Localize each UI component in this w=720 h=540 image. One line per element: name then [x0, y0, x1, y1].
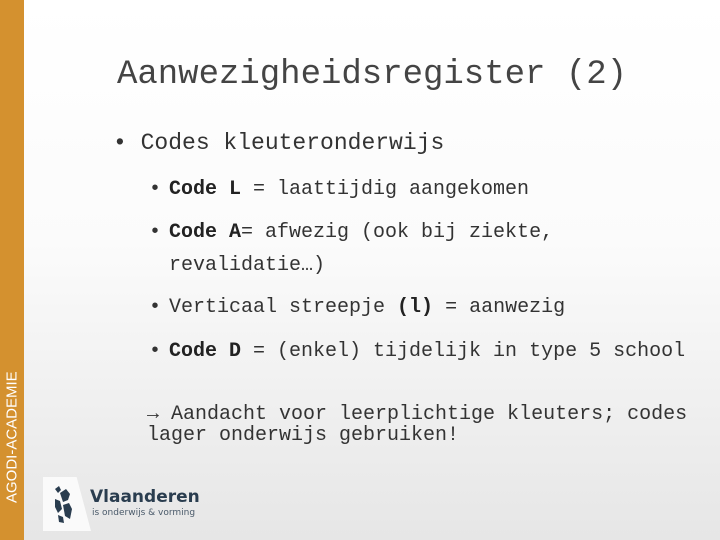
list-item: • Code L = laattijdig aangekomen [149, 178, 530, 201]
list-item: • Verticaal streepje (l) = aanwezig [149, 296, 566, 319]
code-description: = afwezig (ook bij ziekte, [241, 221, 554, 244]
bullet-text: Codes kleuteronderwijs [140, 130, 445, 156]
code-description: = laattijdig aangekomen [241, 178, 530, 201]
vlaanderen-logo: Vlaanderen is onderwijs & vorming [90, 487, 200, 518]
code-description: = (enkel) tijdelijk in type 5 school [241, 340, 686, 363]
note: → Aandacht voor leerplichtige kleuters; … [147, 403, 688, 447]
list-item: • Code A= afwezig (ook bij ziekte, [149, 221, 554, 244]
slide-title: Aanwezigheidsregister (2) [116, 56, 628, 94]
code-label: (l) [397, 296, 434, 319]
list-item: • Code D = (enkel) tijdelijk in type 5 sc… [149, 340, 686, 363]
sidebar-label: AGODI-ACADEMIE [3, 371, 21, 503]
code-label: Code L [169, 178, 242, 201]
code-label: Code A [169, 221, 242, 244]
code-description: = aanwezig [433, 296, 566, 319]
bullet-level1: • Codes kleuteronderwijs [113, 130, 445, 156]
flemish-lion-icon [43, 477, 91, 531]
code-label: Code D [169, 340, 242, 363]
list-item-continuation: revalidatie…) [169, 254, 326, 277]
